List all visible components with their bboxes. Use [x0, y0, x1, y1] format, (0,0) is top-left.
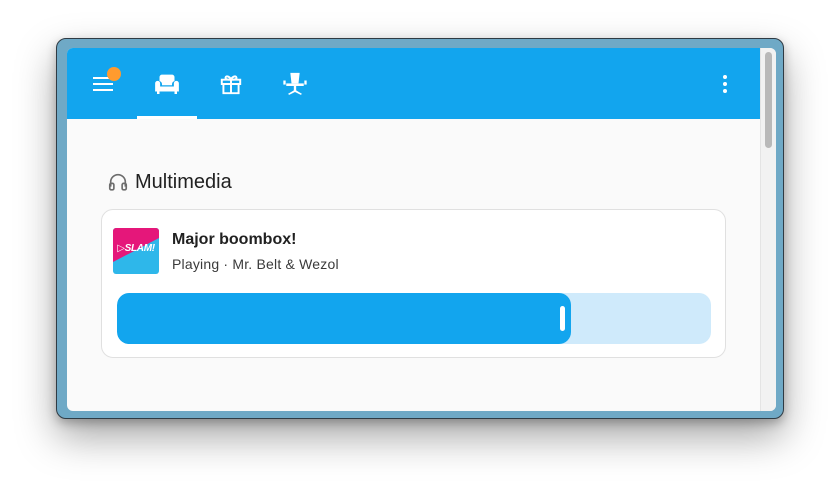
notification-badge [107, 67, 121, 81]
sofa-icon [155, 74, 179, 94]
vertical-scrollbar[interactable] [760, 48, 776, 411]
section-heading: Multimedia [107, 169, 232, 195]
dashboard-viewport: Multimedia ▷SLAM! Major boombox! Playing… [67, 48, 776, 411]
top-app-bar [67, 48, 760, 119]
track-title: Major boombox! [172, 231, 297, 248]
scrollbar-thumb[interactable] [765, 52, 772, 148]
media-player-card[interactable]: ▷SLAM! Major boombox! Playing · Mr. Belt… [101, 209, 726, 358]
album-art[interactable]: ▷SLAM! [113, 228, 159, 274]
dots-vertical-icon [723, 75, 727, 93]
more-options-button[interactable] [711, 68, 739, 100]
gift-icon [220, 74, 242, 94]
tab-living-room[interactable] [137, 48, 197, 119]
track-status: Playing · Mr. Belt & Wezol [172, 256, 339, 272]
volume-slider[interactable] [117, 293, 711, 344]
headphones-icon [108, 173, 128, 191]
album-art-logo: ▷SLAM! [117, 243, 155, 254]
volume-slider-handle[interactable] [560, 306, 566, 331]
tab-office[interactable] [265, 48, 325, 119]
tab-gift[interactable] [201, 48, 261, 119]
active-tab-indicator [137, 116, 197, 119]
app-window: Multimedia ▷SLAM! Major boombox! Playing… [56, 38, 784, 419]
office-chair-icon [283, 72, 307, 95]
volume-slider-fill [117, 293, 572, 344]
section-title: Multimedia [135, 170, 232, 193]
